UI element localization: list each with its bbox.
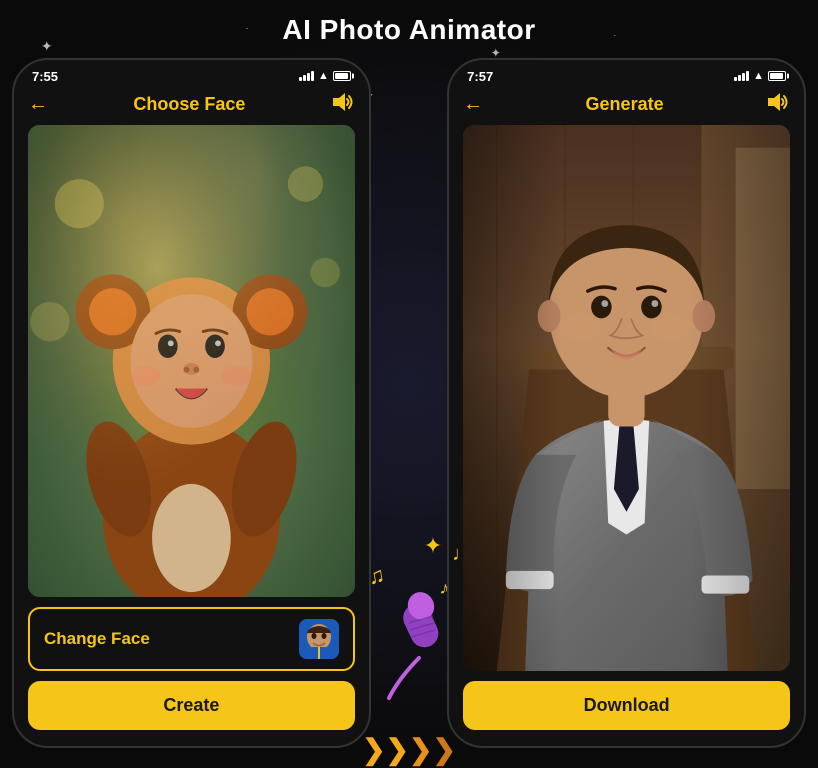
microphone-svg xyxy=(369,588,449,708)
monkey-child-image xyxy=(28,125,355,597)
suit-man-image xyxy=(463,125,790,671)
left-signal-icon xyxy=(299,71,314,81)
left-image-area xyxy=(28,125,355,597)
change-face-button[interactable]: Change Face xyxy=(28,607,355,671)
page-title: AI Photo Animator xyxy=(0,0,818,58)
phones-container: 7:55 ▲ ← Choose Face xyxy=(0,58,818,748)
left-phone: 7:55 ▲ ← Choose Face xyxy=(12,58,371,748)
face-avatar xyxy=(299,619,339,659)
right-back-button[interactable]: ← xyxy=(463,93,483,116)
left-bottom-section: Change Face xyxy=(14,597,369,746)
suit-man-scene-svg xyxy=(463,125,790,671)
left-status-bar: 7:55 ▲ xyxy=(14,60,369,88)
arrow-4: ❯ xyxy=(432,733,455,766)
right-bottom-section: Download xyxy=(449,671,804,746)
right-top-nav: ← Generate xyxy=(449,88,804,125)
arrows-container: ❯ ❯ ❯ ❯ xyxy=(362,733,456,766)
left-status-icons: ▲ xyxy=(299,70,351,82)
left-phone-content xyxy=(14,125,369,597)
left-sound-button[interactable] xyxy=(331,92,355,117)
download-button[interactable]: Download xyxy=(463,681,790,730)
right-time: 7:57 xyxy=(467,69,493,84)
face-avatar-svg xyxy=(299,619,339,659)
left-battery-icon xyxy=(333,71,351,81)
right-signal-icon xyxy=(734,71,749,81)
right-sound-button[interactable] xyxy=(766,92,790,117)
left-nav-title: Choose Face xyxy=(133,94,245,115)
sound-icon xyxy=(331,92,355,112)
right-phone-content xyxy=(449,125,804,671)
arrow-1: ❯ xyxy=(362,733,385,766)
right-nav-title: Generate xyxy=(586,94,664,115)
left-back-button[interactable]: ← xyxy=(28,93,48,116)
right-sound-icon xyxy=(766,92,790,112)
arrow-2: ❯ xyxy=(386,733,409,766)
right-battery-icon xyxy=(768,71,786,81)
right-status-bar: 7:57 ▲ xyxy=(449,60,804,88)
right-status-icons: ▲ xyxy=(734,70,786,82)
microphone-container xyxy=(369,588,449,713)
left-top-nav: ← Choose Face xyxy=(14,88,369,125)
create-button[interactable]: Create xyxy=(28,681,355,730)
monkey-child-scene-svg xyxy=(28,125,355,597)
right-wifi-icon: ▲ xyxy=(753,70,764,82)
arrow-3: ❯ xyxy=(409,733,432,766)
right-image-area xyxy=(463,125,790,671)
change-face-label: Change Face xyxy=(44,629,150,649)
right-phone: 7:57 ▲ ← Generate xyxy=(447,58,806,748)
sparkle-icon: ✦ xyxy=(424,533,442,559)
left-wifi-icon: ▲ xyxy=(318,70,329,82)
left-time: 7:55 xyxy=(32,69,58,84)
